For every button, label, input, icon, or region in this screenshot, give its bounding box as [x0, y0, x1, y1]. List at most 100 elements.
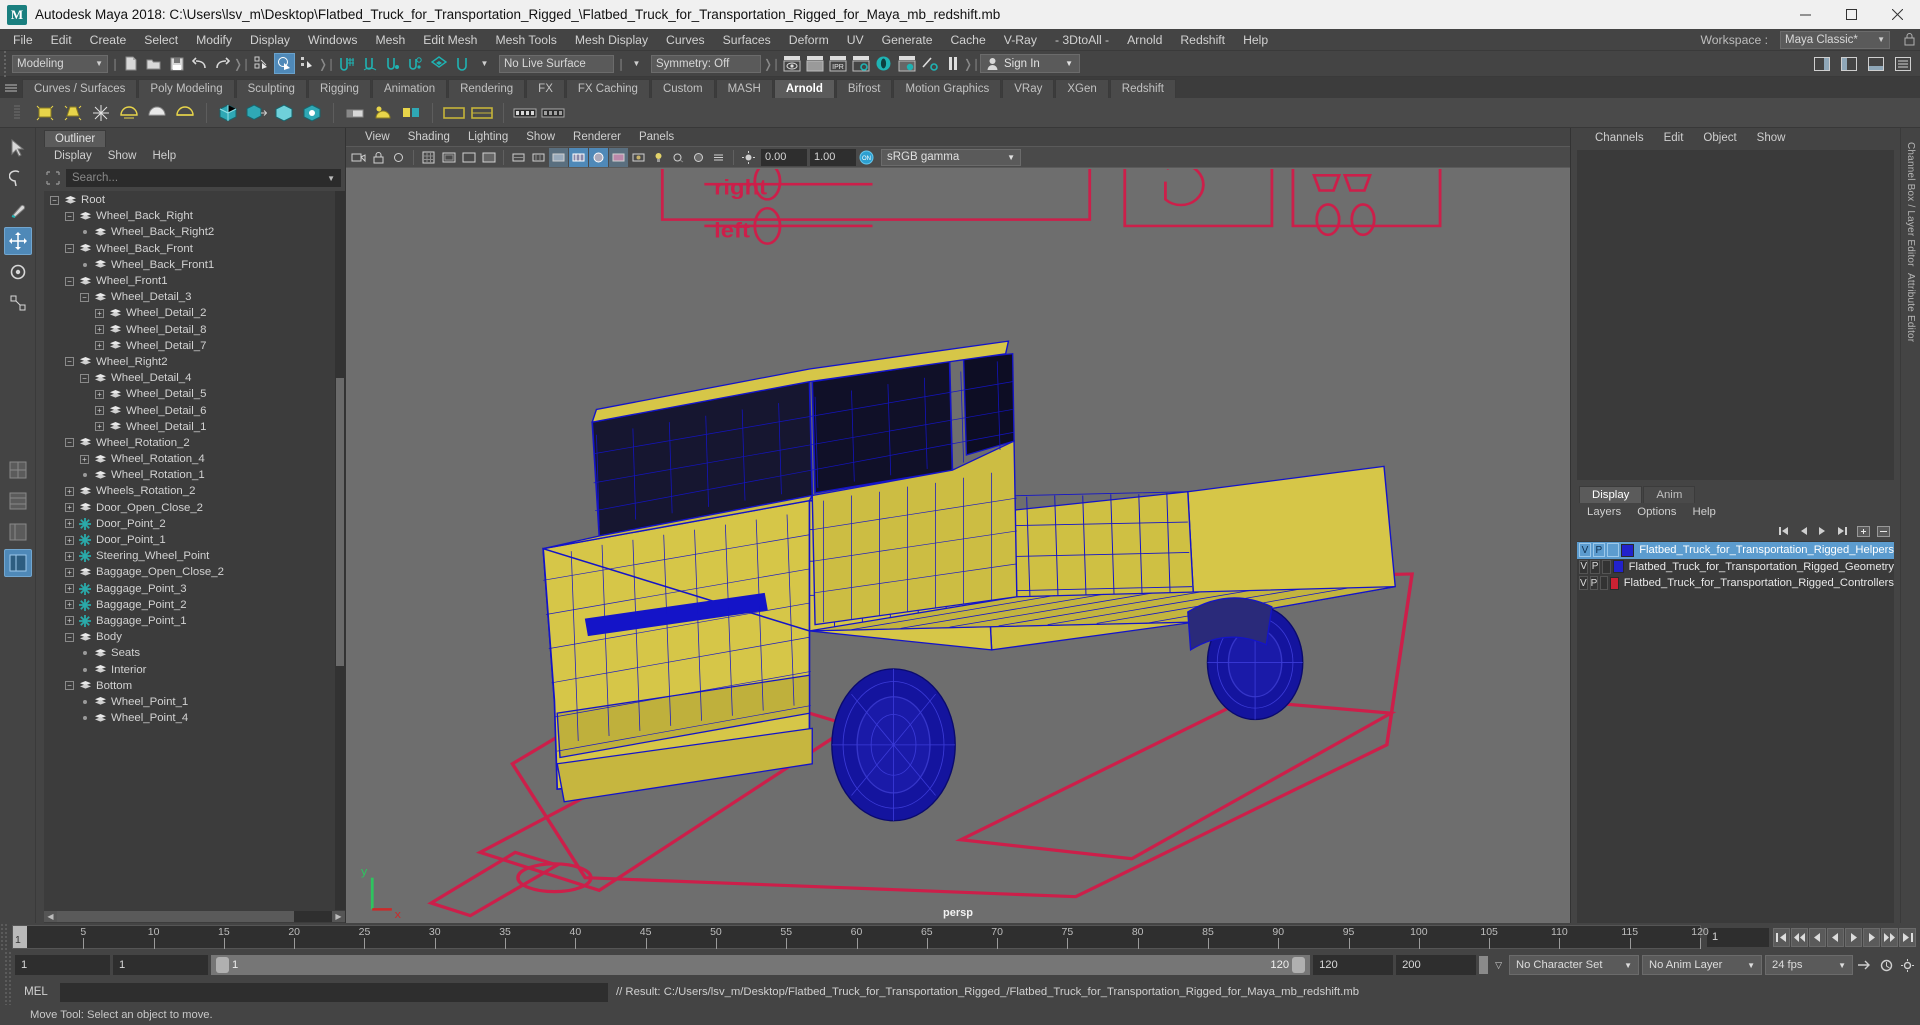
film-gate-icon[interactable]	[439, 148, 458, 167]
animation-settings-icon[interactable]	[1898, 958, 1916, 972]
chevron-down-icon[interactable]: ▼	[327, 174, 335, 183]
screen-space-ao-icon[interactable]	[689, 148, 708, 167]
arnold-flat-icon[interactable]	[342, 100, 368, 126]
outliner-row[interactable]: + Door_Point_2	[44, 516, 345, 532]
maximize-button[interactable]	[1828, 0, 1874, 29]
layer-type-toggle[interactable]	[1601, 559, 1612, 574]
menu-item-mesh-display[interactable]: Mesh Display	[566, 29, 657, 51]
snap-to-grid-icon[interactable]	[336, 53, 357, 74]
character-set-chevron-icon[interactable]: ▽	[1491, 960, 1506, 971]
persp-outliner-layout-button[interactable]	[4, 518, 32, 546]
arnold-volume-icon[interactable]	[271, 100, 297, 126]
shelf-tab-fx-caching[interactable]: FX Caching	[565, 79, 650, 98]
channelbox-menu-show[interactable]: Show	[1747, 128, 1796, 148]
tree-toggle-plus-icon[interactable]: +	[65, 551, 74, 561]
arnold-light-portal-icon[interactable]	[172, 100, 198, 126]
outliner-menu-display[interactable]: Display	[46, 147, 100, 166]
menu-item-edit-mesh[interactable]: Edit Mesh	[414, 29, 486, 51]
shelf-tab-vray[interactable]: VRay	[1002, 79, 1055, 98]
outliner-row[interactable]: + Wheel_Detail_5	[44, 386, 345, 402]
hypershade-icon[interactable]	[873, 53, 894, 74]
outliner-vertical-scrollbar[interactable]	[335, 191, 345, 910]
grid-icon[interactable]	[419, 148, 438, 167]
go-to-end-button[interactable]	[1899, 927, 1916, 947]
create-layer-from-selected-icon[interactable]	[1876, 524, 1890, 538]
layer-menu-help[interactable]: Help	[1684, 503, 1723, 521]
menu-item-create[interactable]: Create	[81, 29, 136, 51]
arnold-merge-icon[interactable]	[299, 100, 325, 126]
tree-toggle-plus-icon[interactable]: +	[65, 584, 74, 594]
shelf-tab-rendering[interactable]: Rendering	[448, 79, 526, 98]
tree-toggle-plus-icon[interactable]: +	[95, 389, 104, 399]
arnold-mesh-light-icon[interactable]	[144, 100, 170, 126]
channelbox-menu-channels[interactable]: Channels	[1585, 128, 1654, 148]
menu-item-deform[interactable]: Deform	[780, 29, 838, 51]
paint-select-tool-button[interactable]	[4, 196, 32, 224]
current-time-indicator[interactable]: 1	[13, 926, 27, 948]
shelf-tab-mash[interactable]: MASH	[715, 79, 773, 98]
menu-item-curves[interactable]: Curves	[657, 29, 714, 51]
outliner-tree-rows[interactable]: − Root − Wheel_Back_Right Wheel_Back_Right2−…	[44, 191, 345, 910]
display-layer-row[interactable]: V P Flatbed_Truck_for_Transportation_Rigge…	[1577, 542, 1894, 559]
viewport-menu-renderer[interactable]: Renderer	[564, 128, 630, 146]
shelf-menu-icon[interactable]	[0, 77, 22, 98]
outliner-row[interactable]: + Wheel_Detail_8	[44, 322, 345, 338]
layer-tab-display[interactable]: Display	[1579, 486, 1643, 503]
toolbar-grip[interactable]	[2, 50, 9, 77]
motion-blur-icon[interactable]	[709, 148, 728, 167]
create-new-layer-icon[interactable]	[1856, 524, 1870, 538]
play-forwards-button[interactable]	[1845, 927, 1862, 947]
layer-color-swatch[interactable]	[1613, 560, 1624, 574]
layer-move-down-icon[interactable]	[1816, 524, 1830, 538]
menu-item-generate[interactable]: Generate	[873, 29, 942, 51]
pause-render-icon[interactable]	[942, 53, 963, 74]
toggle-render-icon[interactable]	[919, 53, 940, 74]
snap-to-point-icon[interactable]	[382, 53, 403, 74]
four-view-layout-button[interactable]	[4, 487, 32, 515]
tree-toggle-minus-icon[interactable]: −	[65, 681, 74, 691]
animation-preferences-icon[interactable]	[1877, 958, 1895, 972]
layer-type-toggle[interactable]	[1600, 576, 1609, 591]
menu-item-file[interactable]: File	[4, 29, 42, 51]
arnold-render-settings-icon[interactable]	[540, 100, 566, 126]
arnold-render-sequence-icon[interactable]	[469, 100, 495, 126]
layer-playback-toggle[interactable]: P	[1590, 559, 1600, 574]
shelf-tab-fx[interactable]: FX	[526, 79, 565, 98]
arnold-area-light-icon[interactable]	[32, 100, 58, 126]
outliner-row[interactable]: Wheel_Point_4	[44, 710, 345, 726]
color-management-toggle-icon[interactable]: ON	[857, 148, 876, 167]
display-layer-row[interactable]: V P Flatbed_Truck_for_Transportation_Rigge…	[1577, 575, 1894, 592]
outliner-row[interactable]: − Wheel_Back_Front	[44, 241, 345, 257]
channelbox-menu-edit[interactable]: Edit	[1654, 128, 1694, 148]
viewport-menu-shading[interactable]: Shading	[399, 128, 459, 146]
arnold-aov-icon[interactable]	[398, 100, 424, 126]
toggle-channelbox-icon[interactable]	[1811, 53, 1832, 74]
snap-to-curve-icon[interactable]	[359, 53, 380, 74]
animation-end-field[interactable]: 200	[1396, 955, 1477, 975]
outliner-row[interactable]: − Body	[44, 629, 345, 645]
outliner-row[interactable]: + Wheel_Rotation_4	[44, 451, 345, 467]
current-frame-field[interactable]: 1	[1707, 927, 1769, 947]
select-camera-icon[interactable]	[349, 148, 368, 167]
viewport-menu-panels[interactable]: Panels	[630, 128, 683, 146]
tree-toggle-minus-icon[interactable]: −	[65, 632, 74, 642]
outliner-row[interactable]: − Wheel_Front1	[44, 273, 345, 289]
gate-mask-icon[interactable]	[479, 148, 498, 167]
render-view-icon[interactable]	[896, 53, 917, 74]
snap-to-projected-center-icon[interactable]	[405, 53, 426, 74]
step-forward-frame-button[interactable]	[1881, 927, 1898, 947]
tree-toggle-minus-icon[interactable]: −	[65, 438, 74, 448]
search-icon[interactable]	[44, 170, 62, 186]
range-slider[interactable]: 1 120	[211, 955, 1311, 975]
layer-playback-toggle[interactable]: P	[1592, 543, 1605, 558]
range-grip-handle[interactable]	[1479, 956, 1489, 974]
tree-toggle-plus-icon[interactable]: +	[65, 503, 74, 513]
toggle-tool-settings-icon[interactable]	[1865, 53, 1886, 74]
outliner-row[interactable]: + Wheel_Detail_7	[44, 338, 345, 354]
tree-toggle-plus-icon[interactable]: +	[65, 616, 74, 626]
exposure-icon[interactable]	[739, 148, 758, 167]
snap-to-view-plane-icon[interactable]	[428, 53, 449, 74]
anim-layer-selector[interactable]: No Anim Layer ▼	[1642, 955, 1762, 975]
tree-toggle-minus-icon[interactable]: −	[65, 357, 74, 367]
toggle-attribute-editor-icon[interactable]	[1838, 53, 1859, 74]
